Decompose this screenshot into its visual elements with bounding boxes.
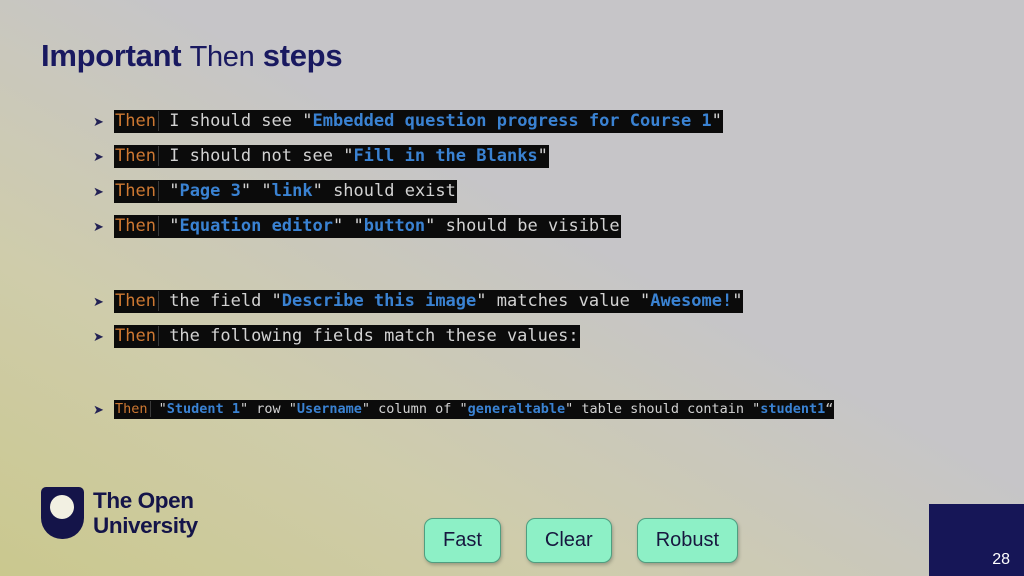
- step-token-plain: [151, 401, 159, 417]
- arrow-bullet-icon: ➤: [93, 114, 104, 129]
- step-keyword: Then: [115, 326, 159, 346]
- step-token-plain: row: [248, 401, 289, 417]
- step-token-plain: [159, 216, 169, 236]
- step-token-punct: ": [288, 401, 297, 417]
- page-title-part-3: steps: [254, 38, 343, 73]
- step-token-str: Describe this image: [281, 291, 477, 311]
- step-keyword: Then: [115, 216, 159, 236]
- step-token-str: Page 3: [179, 181, 241, 201]
- step-token-str: Equation editor: [179, 216, 333, 236]
- step-code: Then I should see "Embedded question pro…: [114, 110, 723, 133]
- step-token-punct: ": [158, 401, 167, 417]
- page-title-part-1: Important: [41, 38, 190, 73]
- step-token-punct: ": [640, 291, 651, 311]
- attribute-button-clear[interactable]: Clear: [525, 518, 612, 563]
- step-token-str: link: [271, 181, 313, 201]
- step-token-punct: ": [169, 216, 180, 236]
- step-token-punct: ": [353, 216, 364, 236]
- step-row: ➤ Then the field "Describe this image" ma…: [90, 290, 990, 313]
- step-list: ➤ Then I should see "Embedded question pr…: [90, 110, 990, 431]
- step-row: ➤ Then "Page 3" "link" should exist: [90, 180, 990, 203]
- arrow-bullet-icon: ➤: [93, 149, 104, 164]
- step-token-str: student1: [760, 401, 826, 417]
- step-token-plain: column of: [370, 401, 460, 417]
- step-token-plain: [159, 181, 169, 201]
- step-token-punct: ": [711, 111, 722, 131]
- attribute-button-group: Fast Clear Robust: [424, 518, 739, 563]
- step-token-plain: should be visible: [435, 216, 620, 236]
- step-keyword: Then: [115, 401, 151, 417]
- step-token-plain: I should not see: [158, 146, 344, 166]
- slide-canvas: Important Then steps ➤ Then I should see …: [0, 0, 1024, 576]
- step-token-str: Fill in the Blanks: [353, 146, 538, 166]
- attribute-button-fast[interactable]: Fast: [424, 518, 501, 563]
- step-token-str: generaltable: [467, 401, 566, 417]
- step-code: Then I should not see "Fill in the Blank…: [114, 145, 549, 168]
- step-token-punct: ": [239, 401, 249, 417]
- step-token-plain: table should contain: [573, 401, 753, 417]
- step-token-plain: should exist: [322, 181, 456, 201]
- logo-text-line-2: University: [93, 513, 198, 538]
- step-token-punct: “: [825, 401, 834, 417]
- step-code: Then the following fields match these va…: [114, 325, 580, 348]
- step-token-str: Username: [296, 401, 362, 417]
- step-token-punct: ": [332, 216, 344, 236]
- arrow-bullet-icon: ➤: [93, 402, 104, 417]
- step-keyword: Then: [115, 181, 159, 201]
- step-token-punct: ": [732, 291, 743, 311]
- page-corner-decoration: 28: [929, 504, 1024, 576]
- step-row: ➤ Then "Student 1" row "Username" column …: [90, 400, 990, 419]
- step-token-punct: ": [169, 181, 180, 201]
- step-token-punct: ": [537, 146, 548, 166]
- step-keyword: Then: [115, 146, 159, 166]
- arrow-bullet-icon: ➤: [93, 294, 104, 309]
- step-keyword: Then: [115, 291, 159, 311]
- step-code: Then "Page 3" "link" should exist: [114, 180, 457, 203]
- step-code: Then the field "Describe this image" mat…: [114, 290, 744, 313]
- step-token-plain: [343, 216, 353, 236]
- step-token-punct: ": [261, 181, 272, 201]
- arrow-bullet-icon: ➤: [93, 329, 104, 344]
- page-title: Important Then steps: [41, 38, 343, 74]
- step-token-punct: ": [425, 216, 436, 236]
- open-university-logo: The Open University: [41, 487, 198, 539]
- step-token-punct: ": [312, 181, 323, 201]
- step-row: ➤ Then I should see "Embedded question pr…: [90, 110, 990, 133]
- step-token-punct: ": [361, 401, 371, 417]
- step-row: ➤ Then I should not see "Fill in the Blan…: [90, 145, 990, 168]
- step-token-punct: ": [476, 291, 487, 311]
- step-token-plain: [251, 181, 261, 201]
- step-token-plain: I should see: [158, 111, 303, 131]
- step-token-punct: ": [459, 401, 468, 417]
- open-university-shield-icon: [41, 487, 84, 539]
- step-token-plain: the field: [158, 291, 272, 311]
- step-row: ➤ Then the following fields match these v…: [90, 325, 990, 348]
- step-token-str: Embedded question progress for Course 1: [312, 111, 712, 131]
- step-token-punct: ": [302, 111, 313, 131]
- step-row: ➤ Then "Equation editor" "button" should …: [90, 215, 990, 238]
- step-token-str: button: [363, 216, 426, 236]
- step-token-str: Student 1: [166, 401, 240, 417]
- step-token-punct: ": [752, 401, 761, 417]
- step-keyword: Then: [115, 111, 159, 131]
- step-token-punct: ": [240, 181, 252, 201]
- step-token-str: Awesome!: [650, 291, 733, 311]
- arrow-bullet-icon: ➤: [93, 219, 104, 234]
- logo-text-line-1: The Open: [93, 488, 194, 513]
- attribute-button-robust[interactable]: Robust: [636, 518, 739, 563]
- step-token-punct: ": [343, 146, 354, 166]
- step-code: Then "Student 1" row "Username" column o…: [114, 400, 835, 419]
- step-token-plain: the following fields match these values:: [158, 326, 579, 346]
- page-title-keyword: Then: [189, 41, 255, 73]
- arrow-bullet-icon: ➤: [93, 184, 104, 199]
- page-number: 28: [992, 551, 1010, 568]
- step-token-punct: ": [271, 291, 282, 311]
- step-token-plain: matches value: [486, 291, 641, 311]
- open-university-logo-text: The Open University: [93, 488, 198, 538]
- step-code: Then "Equation editor" "button" should b…: [114, 215, 621, 238]
